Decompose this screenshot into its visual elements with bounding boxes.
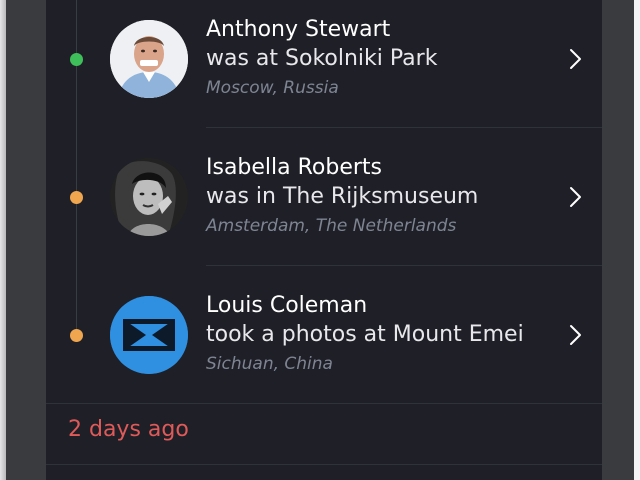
user-name: Isabella Roberts: [206, 155, 383, 180]
feed-item[interactable]: Louis Coleman took a photos at Mount Eme…: [46, 266, 602, 404]
user-name: Anthony Stewart: [206, 17, 391, 42]
activity-feed-screen: Anthony Stewart was at Sokolniki Park Mo…: [46, 0, 602, 480]
activity-text: was at Sokolniki Park: [206, 46, 438, 71]
feed-item[interactable]: Isabella Roberts was in The Rijksmuseum …: [46, 128, 602, 266]
bowtie-logo-icon: [110, 296, 188, 374]
feed-item[interactable]: Anthony Stewart was at Sokolniki Park Mo…: [46, 0, 602, 128]
location-text: Amsterdam, The Netherlands: [206, 216, 457, 236]
device-frame: Anthony Stewart was at Sokolniki Park Mo…: [0, 0, 634, 480]
section-divider: [46, 403, 602, 404]
user-name: Louis Coleman: [206, 293, 368, 318]
activity-text: took a photos at Mount Emei: [206, 322, 524, 347]
day-section-header: 2 days ago: [68, 417, 189, 442]
location-text: Sichuan, China: [206, 354, 333, 374]
avatar[interactable]: [110, 158, 188, 236]
chevron-right-icon[interactable]: [568, 48, 584, 70]
location-text: Moscow, Russia: [206, 78, 339, 98]
chevron-right-icon[interactable]: [568, 186, 584, 208]
chevron-right-icon[interactable]: [568, 324, 584, 346]
status-dot: [70, 329, 83, 342]
activity-text: was in The Rijksmuseum: [206, 184, 479, 209]
status-dot: [70, 191, 83, 204]
section-divider: [46, 464, 602, 465]
avatar[interactable]: [110, 20, 188, 98]
status-dot: [70, 53, 83, 66]
avatar[interactable]: [110, 296, 188, 374]
